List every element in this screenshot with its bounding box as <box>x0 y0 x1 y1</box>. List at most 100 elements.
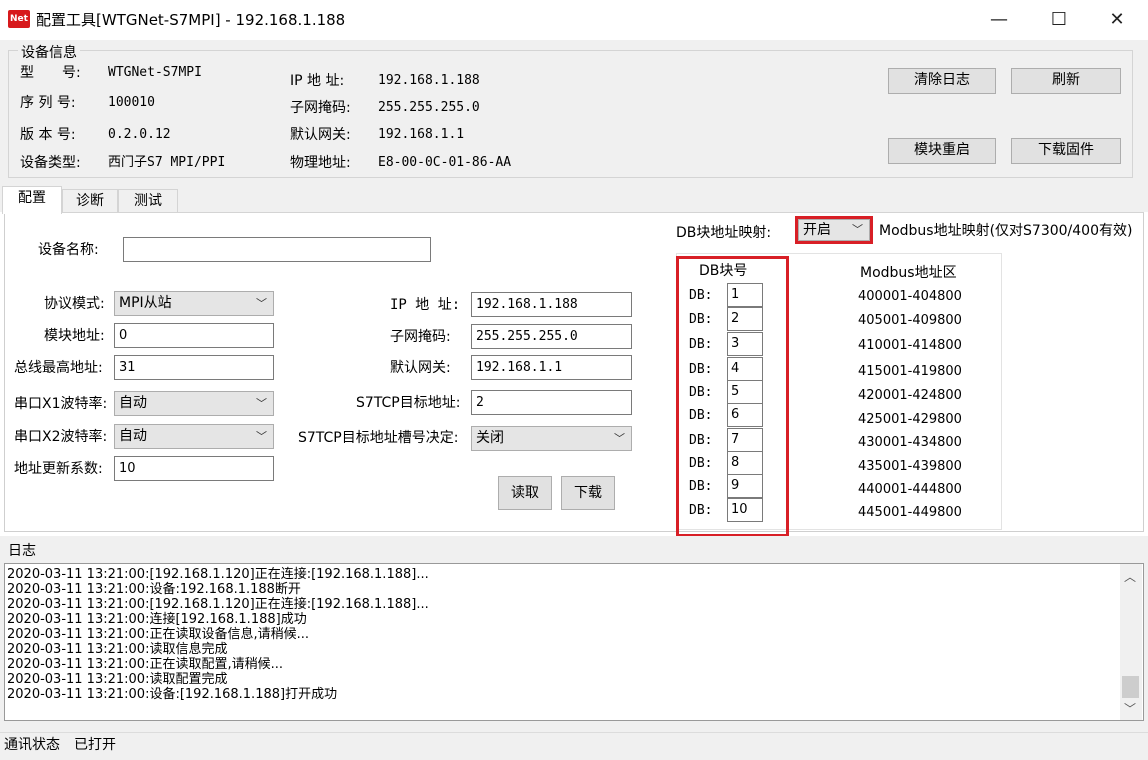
db-prefix-label: DB: <box>689 337 713 352</box>
log-line: 2020-03-11 13:21:00:[192.168.1.120]正在连接:… <box>7 567 429 582</box>
x1-baud-value: 自动 <box>119 395 147 411</box>
chevron-down-icon: ﹀ <box>852 223 863 236</box>
mask-input[interactable]: 255.255.255.0 <box>471 324 632 349</box>
maximize-button[interactable]: ☐ <box>1030 0 1088 40</box>
modbus-range-label: 440001-444800 <box>858 482 962 497</box>
modbus-note: Modbus地址映射(仅对S7300/400有效) <box>879 223 1133 239</box>
db-prefix-label: DB: <box>689 433 713 448</box>
scroll-down-icon[interactable]: ﹀ <box>1124 700 1136 717</box>
gateway-input[interactable]: 192.168.1.1 <box>471 355 632 380</box>
chevron-down-icon: ﹀ <box>256 397 267 410</box>
model-value: WTGNet-S7MPI <box>108 65 202 80</box>
log-line: 2020-03-11 13:21:00:设备:[192.168.1.188]打开… <box>7 687 338 702</box>
info-ip-label: IP 地 址: <box>290 73 345 89</box>
restart-module-button[interactable]: 模块重启 <box>888 138 996 164</box>
log-title: 日志 <box>8 543 36 559</box>
db-block-input[interactable]: 8 <box>727 451 763 475</box>
status-label: 通讯状态 <box>4 737 60 753</box>
db-prefix-label: DB: <box>689 503 713 518</box>
db-block-input[interactable]: 4 <box>727 357 763 381</box>
scroll-thumb[interactable] <box>1122 676 1139 698</box>
module-address-input[interactable]: 0 <box>114 323 274 348</box>
tab-config[interactable]: 配置 <box>2 186 62 214</box>
modbus-range-label: 400001-404800 <box>858 289 962 304</box>
db-prefix-label: DB: <box>689 385 713 400</box>
db-mapping-select[interactable]: 开启 ﹀ <box>798 219 870 241</box>
download-button[interactable]: 下载 <box>561 476 615 510</box>
minimize-button[interactable]: — <box>970 0 1028 40</box>
tab-diagnose[interactable]: 诊断 <box>62 189 118 213</box>
device-name-input[interactable] <box>123 237 431 262</box>
device-type-label: 设备类型: <box>20 155 81 171</box>
db-prefix-label: DB: <box>689 479 713 494</box>
device-name-label: 设备名称: <box>38 242 99 258</box>
version-label: 版 本 号: <box>20 127 76 143</box>
modbus-range-label: 410001-414800 <box>858 338 962 353</box>
modbus-range-label: 430001-434800 <box>858 435 962 450</box>
db-block-input[interactable]: 6 <box>727 403 763 427</box>
db-header: DB块号 <box>699 263 748 279</box>
db-prefix-label: DB: <box>689 408 713 423</box>
bus-max-address-input[interactable]: 31 <box>114 355 274 380</box>
chevron-down-icon: ﹀ <box>256 297 267 310</box>
info-mask-value: 255.255.255.0 <box>378 100 480 115</box>
log-line: 2020-03-11 13:21:00:设备:192.168.1.188断开 <box>7 582 301 597</box>
ip-input[interactable]: 192.168.1.188 <box>471 292 632 317</box>
log-line: 2020-03-11 13:21:00:连接[192.168.1.188]成功 <box>7 612 307 627</box>
version-value: 0.2.0.12 <box>108 127 171 142</box>
s7tcp-slot-select[interactable]: 关闭 ﹀ <box>471 426 632 451</box>
protocol-select[interactable]: MPI从站 ﹀ <box>114 291 274 316</box>
update-coef-input[interactable]: 10 <box>114 456 274 481</box>
info-gateway-value: 192.168.1.1 <box>378 127 465 142</box>
download-firmware-button[interactable]: 下载固件 <box>1011 138 1121 164</box>
close-button[interactable]: ✕ <box>1088 0 1146 40</box>
info-ip-value: 192.168.1.188 <box>378 73 480 88</box>
s7tcp-slot-label: S7TCP目标地址槽号决定: <box>298 430 459 446</box>
status-bar <box>0 732 1148 760</box>
modbus-range-label: 445001-449800 <box>858 505 962 520</box>
read-button[interactable]: 读取 <box>498 476 552 510</box>
db-block-input[interactable]: 7 <box>727 428 763 452</box>
db-mapping-value: 开启 <box>803 222 831 238</box>
modbus-range-label: 420001-424800 <box>858 388 962 403</box>
refresh-button[interactable]: 刷新 <box>1011 68 1121 94</box>
log-line: 2020-03-11 13:21:00:读取配置完成 <box>7 672 228 687</box>
x2-baud-value: 自动 <box>119 428 147 444</box>
bus-max-address-label: 总线最高地址: <box>14 360 103 376</box>
modbus-range-label: 425001-429800 <box>858 412 962 427</box>
serial-value: 100010 <box>108 95 155 110</box>
log-textbox[interactable]: 2020-03-11 13:21:00:[192.168.1.120]正在连接:… <box>4 563 1144 721</box>
modbus-range-label: 415001-419800 <box>858 364 962 379</box>
db-mapping-label: DB块地址映射: <box>676 225 772 241</box>
x1-baud-select[interactable]: 自动 ﹀ <box>114 391 274 416</box>
ip-label: IP 地 址: <box>390 297 461 313</box>
db-block-input[interactable]: 3 <box>727 332 763 356</box>
db-block-input[interactable]: 10 <box>727 498 763 522</box>
x1-baud-label: 串口X1波特率: <box>14 396 108 412</box>
device-info-title: 设备信息 <box>18 42 80 62</box>
tab-test[interactable]: 测试 <box>118 189 178 213</box>
module-address-label: 模块地址: <box>44 328 105 344</box>
db-prefix-label: DB: <box>689 312 713 327</box>
log-line: 2020-03-11 13:21:00:正在读取设备信息,请稍候... <box>7 627 309 642</box>
x2-baud-label: 串口X2波特率: <box>14 429 108 445</box>
info-mac-label: 物理地址: <box>290 155 351 171</box>
log-line: 2020-03-11 13:21:00:[192.168.1.120]正在连接:… <box>7 597 429 612</box>
s7tcp-target-label: S7TCP目标地址: <box>356 395 461 411</box>
db-prefix-label: DB: <box>689 456 713 471</box>
log-line: 2020-03-11 13:21:00:读取信息完成 <box>7 642 228 657</box>
info-mask-label: 子网掩码: <box>290 100 351 116</box>
modbus-header: Modbus地址区 <box>860 265 957 281</box>
scroll-up-icon[interactable]: ︿ <box>1124 568 1136 585</box>
protocol-label: 协议模式: <box>44 296 105 312</box>
protocol-value: MPI从站 <box>119 295 172 311</box>
db-block-input[interactable]: 9 <box>727 474 763 498</box>
db-block-input[interactable]: 1 <box>727 283 763 307</box>
x2-baud-select[interactable]: 自动 ﹀ <box>114 424 274 449</box>
db-block-input[interactable]: 2 <box>727 307 763 331</box>
clear-log-button[interactable]: 清除日志 <box>888 68 996 94</box>
db-block-input[interactable]: 5 <box>727 380 763 404</box>
info-mac-value: E8-00-0C-01-86-AA <box>378 155 512 170</box>
model-label: 型 号: <box>20 65 81 81</box>
s7tcp-target-input[interactable]: 2 <box>471 390 632 415</box>
